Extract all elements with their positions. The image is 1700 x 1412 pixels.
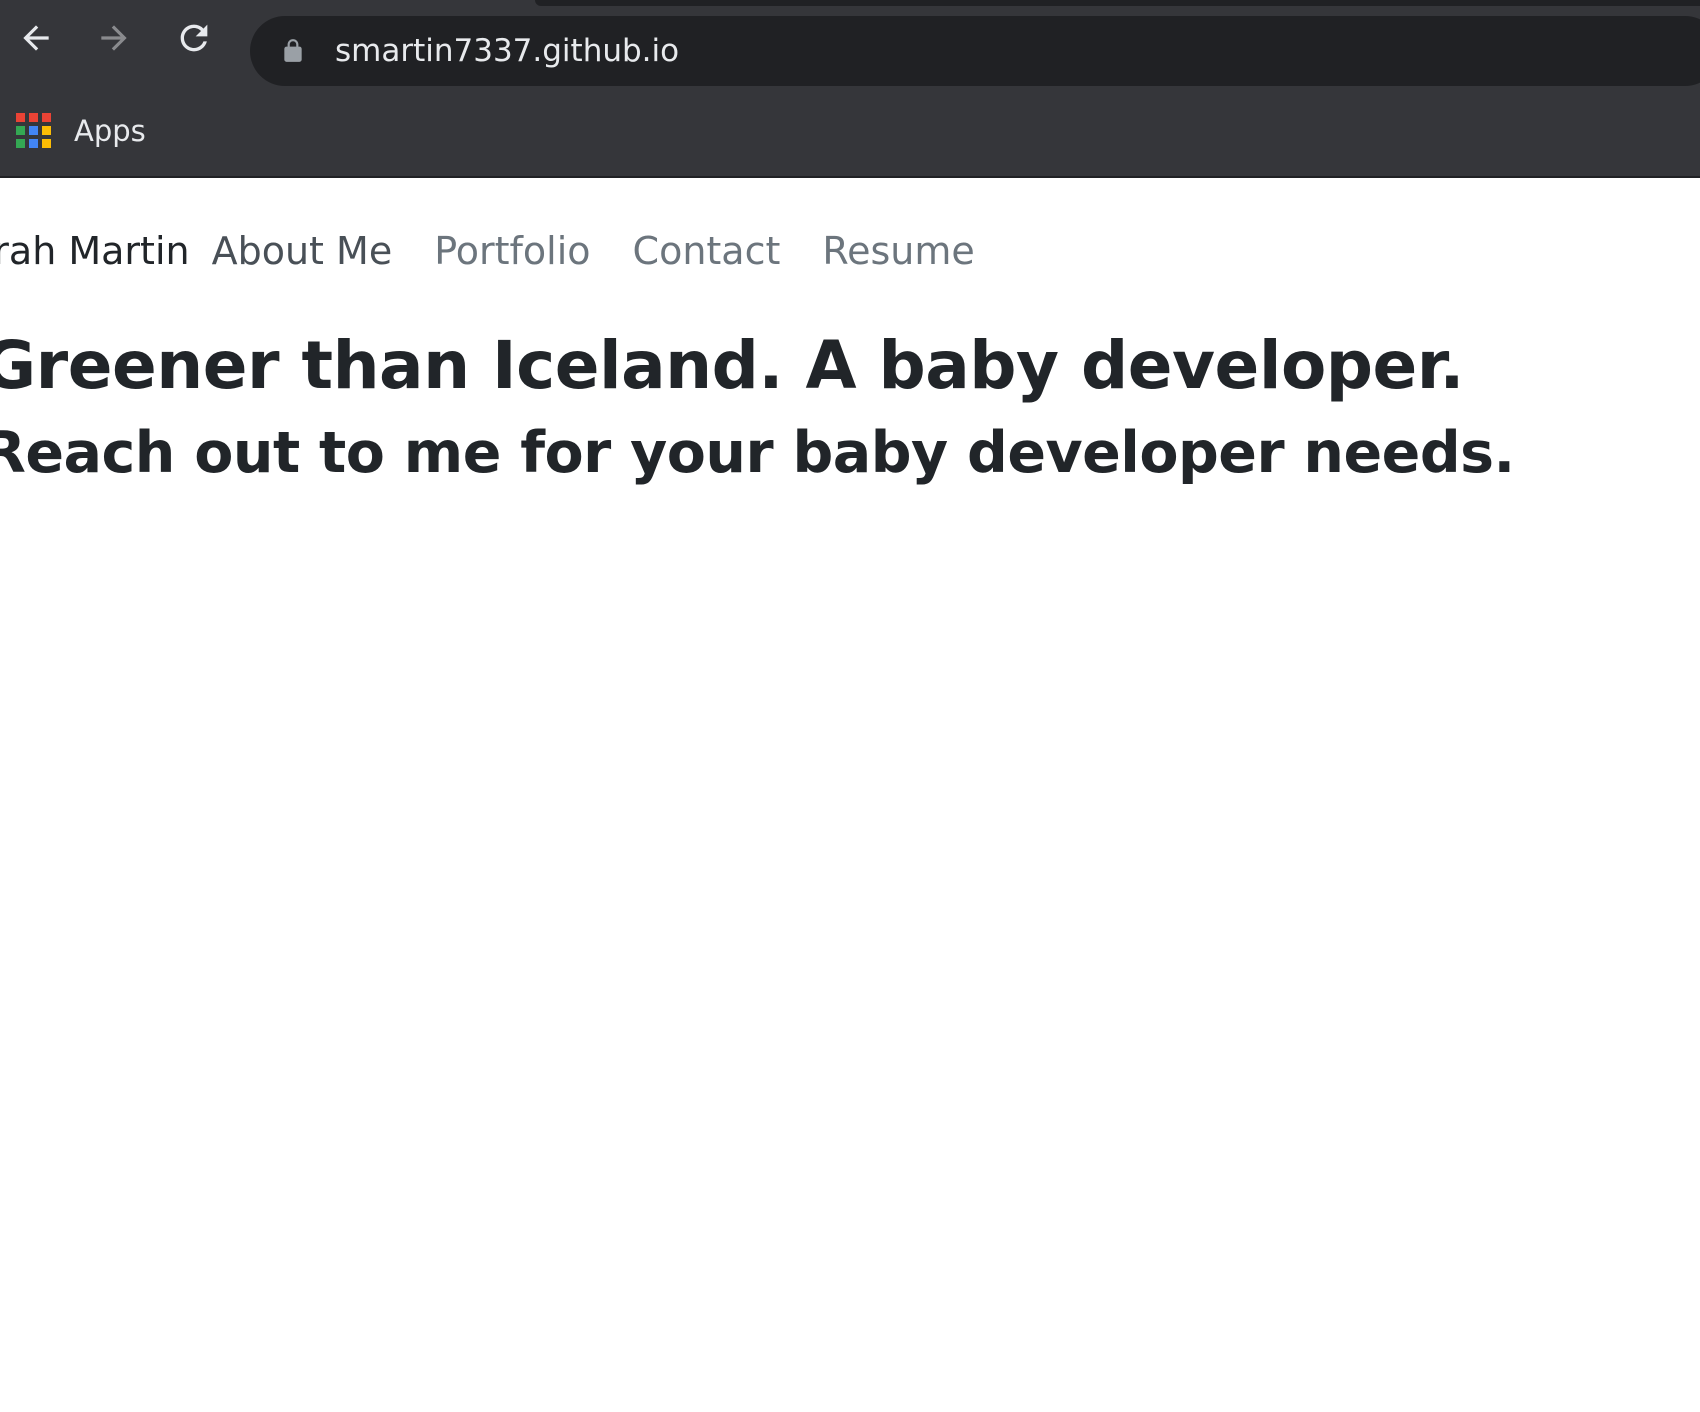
hero-section: Greener than Iceland. A baby developer. … <box>0 326 1515 488</box>
forward-button[interactable] <box>90 14 138 62</box>
hero-subheadline: Reach out to me for your baby developer … <box>0 420 1515 486</box>
nav-link-portfolio[interactable]: Portfolio <box>434 229 590 273</box>
url-text[interactable]: smartin7337.github.io <box>335 31 679 71</box>
bookmark-apps[interactable]: Apps <box>16 110 146 152</box>
forward-arrow-icon <box>101 25 127 51</box>
hero-headline: Greener than Iceland. A baby developer. <box>0 327 1464 404</box>
nav-link-resume[interactable]: Resume <box>822 229 974 273</box>
back-arrow-icon <box>23 25 49 51</box>
browser-chrome: smartin7337.github.io Apps <box>0 0 1700 178</box>
nav-link-contact[interactable]: Contact <box>633 229 781 273</box>
chrome-divider <box>0 176 1700 178</box>
tab-strip <box>535 0 1700 6</box>
apps-grid-icon <box>16 113 52 149</box>
lock-icon <box>284 39 302 62</box>
bookmark-label: Apps <box>74 114 146 148</box>
back-button[interactable] <box>12 14 60 62</box>
reload-button[interactable] <box>170 14 218 62</box>
brand-link[interactable]: arah Martin <box>0 229 190 273</box>
site-navbar: arah Martin About Me Portfolio Contact R… <box>0 225 1017 277</box>
address-bar[interactable]: smartin7337.github.io <box>250 16 1700 86</box>
reload-icon <box>180 24 208 52</box>
nav-link-about-me[interactable]: About Me <box>212 229 393 273</box>
